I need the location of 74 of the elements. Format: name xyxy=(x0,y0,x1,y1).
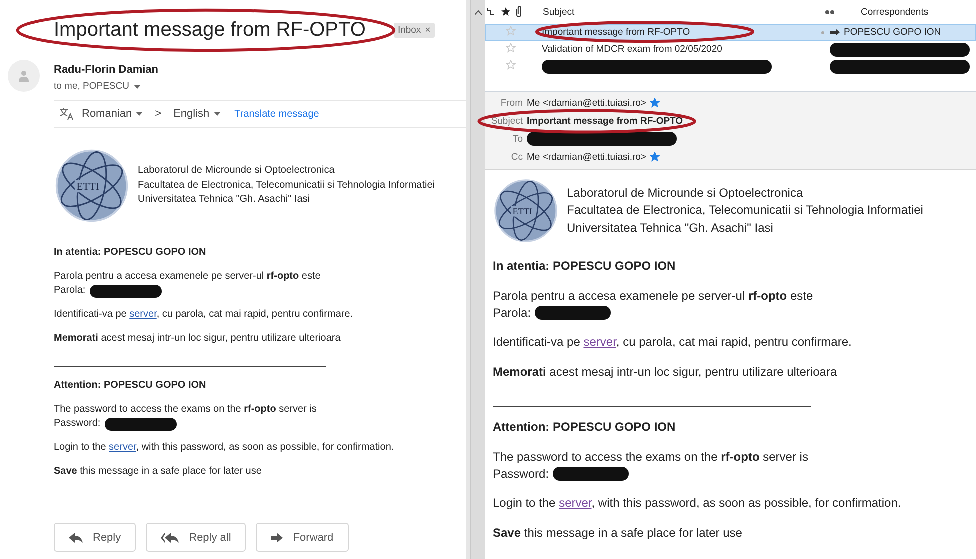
star-icon[interactable] xyxy=(650,152,660,162)
password-label: Password: xyxy=(493,466,550,482)
thread-icon[interactable] xyxy=(487,7,495,17)
header-label: From xyxy=(500,98,524,108)
password-label: Parola: xyxy=(54,284,86,298)
attention-heading: In atentia: POPESCU GOPO ION xyxy=(54,246,208,260)
body-paragraph: Save this message in a safe place for later use xyxy=(493,525,744,542)
globe-logo: ETTI xyxy=(493,178,559,244)
star-icon[interactable] xyxy=(506,26,516,36)
star-icon[interactable] xyxy=(650,98,660,108)
server-link[interactable]: server xyxy=(109,442,136,453)
scroll-up-icon[interactable] xyxy=(474,10,482,15)
arrow-separator: > xyxy=(155,108,162,120)
translate-message-link[interactable]: Translate message xyxy=(234,108,320,120)
server-link[interactable]: server xyxy=(584,335,616,350)
message-subject: Validation of MDCR exam from 02/05/2020 xyxy=(542,44,722,55)
caret-icon xyxy=(134,84,140,88)
attention-heading: Attention: POPESCU GOPO ION xyxy=(54,379,208,393)
correspondent-name: POPESCU GOPO ION xyxy=(844,27,942,38)
header-value: Me <rdamian@etti.tuiasi.ro> xyxy=(527,98,646,108)
body-paragraph: Identificati-va pe server, cu parola, cat mai rapid, pentru confirmare. xyxy=(493,334,853,352)
header-value: Me <rdamian@etti.tuiasi.ro> xyxy=(527,152,646,162)
reply-all-button[interactable]: Reply all xyxy=(146,523,246,552)
caret-icon xyxy=(136,112,144,116)
email-subject: Important message from RF-OPTO xyxy=(54,18,366,40)
translate-icon xyxy=(60,108,74,120)
forward-arrow-icon xyxy=(271,532,284,542)
forward-button[interactable]: Forward xyxy=(256,523,349,552)
attention-heading: Attention: POPESCU GOPO ION xyxy=(493,418,677,436)
read-status-icon[interactable] xyxy=(825,10,835,14)
sender-name: Radu-Florin Damian xyxy=(54,63,159,76)
body-paragraph: The password to access the exams on the rf-opto server is xyxy=(493,448,808,466)
server-link[interactable]: server xyxy=(130,309,157,320)
reply-arrow-icon xyxy=(69,532,83,542)
password-label: Password: xyxy=(54,417,101,431)
body-paragraph: Memorati acest mesaj intr-un loc sigur, pentru utilizare ulterioara xyxy=(493,364,838,381)
recipients-text: to me, POPESCU xyxy=(54,81,130,92)
body-paragraph: Save this message in a safe place for later use xyxy=(54,465,263,479)
header-label: To xyxy=(512,134,524,144)
body-paragraph: Parola pentru a accesa examenele pe server-ul rf-opto este xyxy=(54,270,321,284)
status-dot-icon xyxy=(821,30,825,34)
inbox-label: Inbox × xyxy=(394,22,435,38)
attachment-icon[interactable] xyxy=(515,6,523,18)
letterhead-text: Laboratorul de Microunde si Optoelectronica Facultatea de Electronica, Telecomunicatii si Tehnologia Informatiei Universitatea Tehnica "Gh. Asachi" Iasi xyxy=(138,164,436,208)
globe-logo: ETTI xyxy=(54,148,130,224)
body-paragraph: Memorati acest mesaj intr-un loc sigur, pentru utilizare ulterioara xyxy=(54,332,342,346)
body-paragraph: Login to the server, with this password, as soon as possible, for confirmation. xyxy=(493,495,902,512)
reply-button[interactable]: Reply xyxy=(54,523,136,552)
body-paragraph: Login to the server, with this password, as soon as possible, for confirmation. xyxy=(54,441,396,455)
message-subject: Important message from RF-OPTO xyxy=(542,27,690,38)
reply-all-arrow-icon xyxy=(161,532,180,542)
header-value: Important message from RF-OPTO xyxy=(527,116,684,126)
caret-icon xyxy=(214,112,221,116)
person-icon xyxy=(18,70,30,82)
correspondents-column-header[interactable]: Correspondents xyxy=(851,6,976,18)
server-link[interactable]: server xyxy=(559,496,592,510)
star-icon[interactable] xyxy=(506,43,516,53)
letterhead-text: Laboratorul de Microunde si Optoelectronica Facultatea de Electronica, Telecomunicatii si Tehnologia Informatiei Universitatea Tehnica "Gh. Asachi" Iasi xyxy=(567,184,924,237)
header-label: Cc xyxy=(510,152,524,162)
star-column-icon[interactable] xyxy=(501,7,511,17)
source-language-dropdown[interactable]: Romanian xyxy=(82,108,132,120)
star-icon[interactable] xyxy=(506,60,516,70)
message-row[interactable]: Important message from RF-OPTO POPESCU GOPO ION xyxy=(485,24,976,41)
body-paragraph: The password to access the exams on the rf-opto server is xyxy=(54,403,317,417)
password-label: Parola: xyxy=(493,304,532,322)
header-label: Subject xyxy=(490,116,524,126)
body-paragraph: Identificati-va pe server, cu parola, cat mai rapid, pentru confirmare. xyxy=(54,308,354,322)
forwarded-arrow-icon xyxy=(830,29,840,36)
message-row[interactable]: Validation of MDCR exam from 02/05/2020 xyxy=(485,41,976,58)
attention-heading: In atentia: POPESCU GOPO ION xyxy=(493,258,677,275)
remove-label-button[interactable]: × xyxy=(425,24,431,36)
body-paragraph: Parola pentru a accesa examenele pe server-ul rf-opto este xyxy=(493,288,814,305)
subject-column-header[interactable]: Subject xyxy=(535,6,825,18)
target-language-dropdown[interactable]: English xyxy=(174,108,210,120)
